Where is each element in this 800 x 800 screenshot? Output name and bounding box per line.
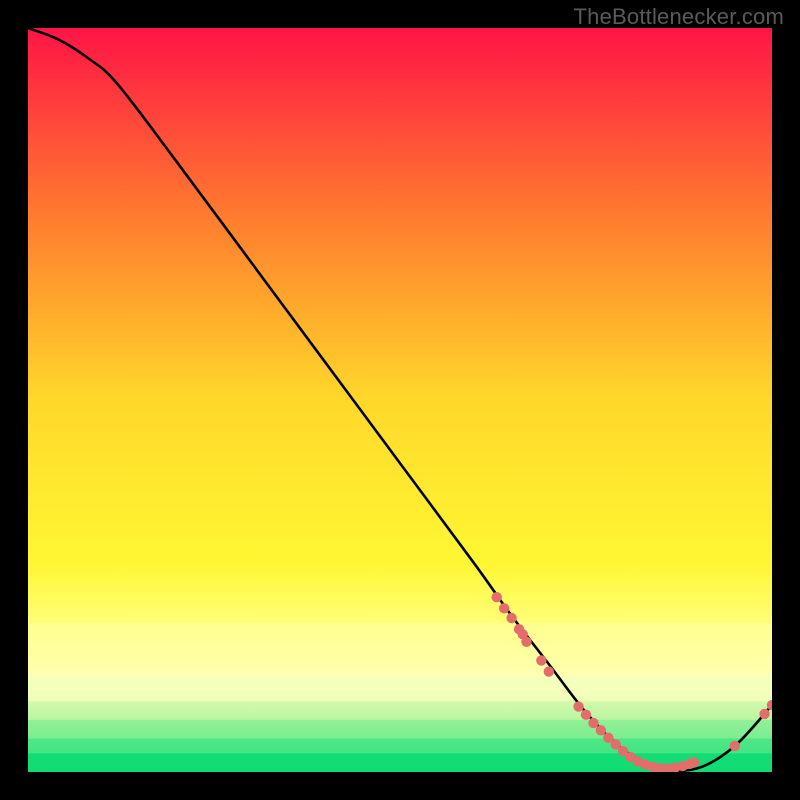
marker-dot bbox=[573, 701, 583, 711]
marker-dot bbox=[730, 741, 740, 751]
marker-dot bbox=[521, 637, 531, 647]
zone-band bbox=[28, 701, 772, 720]
marker-dot bbox=[596, 725, 606, 735]
marker-dot bbox=[544, 666, 554, 676]
plot-area bbox=[28, 28, 772, 772]
marker-dot bbox=[506, 613, 516, 623]
watermark-text: TheBottlenecker.com bbox=[574, 4, 784, 30]
marker-dot bbox=[536, 655, 546, 665]
chart-container: TheBottlenecker.com bbox=[0, 0, 800, 800]
zone-band bbox=[28, 675, 772, 701]
marker-dot bbox=[759, 709, 769, 719]
marker-dot bbox=[581, 710, 591, 720]
chart-svg bbox=[28, 28, 772, 772]
zone-band bbox=[28, 739, 772, 754]
marker-dot bbox=[588, 718, 598, 728]
marker-dot bbox=[499, 603, 509, 613]
zone-band bbox=[28, 623, 772, 675]
marker-dot bbox=[492, 592, 502, 602]
zone-band bbox=[28, 720, 772, 739]
marker-dot bbox=[689, 757, 699, 767]
